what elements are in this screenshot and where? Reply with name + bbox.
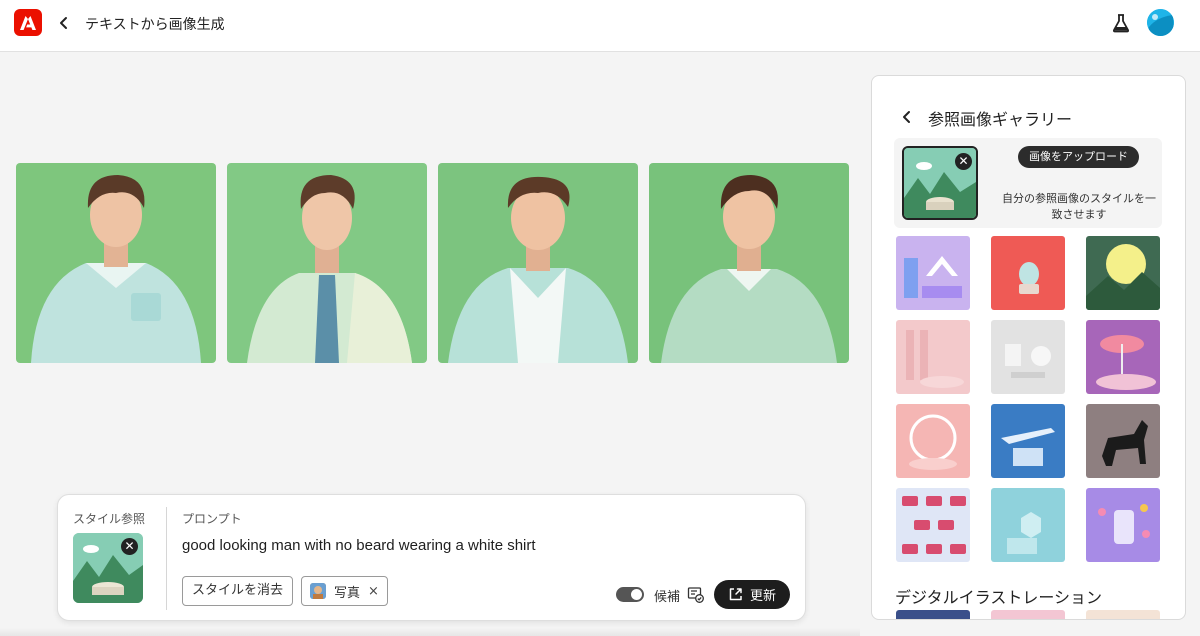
- gallery-item[interactable]: [896, 320, 970, 394]
- selected-reference-thumbnail[interactable]: ✕: [902, 146, 978, 220]
- suggestions-label: 候補: [654, 590, 681, 605]
- style-chip-photo[interactable]: 写真 ×: [301, 576, 388, 606]
- reference-gallery-panel: 参照画像ギャラリー ✕ 画像をアップロード 自分の参照画像のスタイルを一致させま…: [871, 75, 1186, 620]
- chip-remove-button[interactable]: ×: [368, 584, 379, 599]
- upload-image-button[interactable]: 画像をアップロード: [1018, 146, 1139, 168]
- refresh-icon: [729, 588, 742, 601]
- gallery-item[interactable]: [896, 488, 970, 562]
- gallery-item[interactable]: [991, 404, 1065, 478]
- gallery-item[interactable]: [1086, 404, 1160, 478]
- result-image[interactable]: [227, 163, 427, 363]
- toggle-knob: [631, 589, 642, 600]
- prompt-bar: スタイル参照 ✕ プロンプト good looking man with no …: [57, 494, 806, 621]
- gallery-item[interactable]: [1086, 488, 1160, 562]
- result-image[interactable]: [16, 163, 216, 363]
- chip-label: 写真: [334, 585, 361, 601]
- flask-icon[interactable]: [1112, 13, 1130, 33]
- remove-style-button[interactable]: ✕: [121, 538, 138, 555]
- refresh-button[interactable]: 更新: [714, 580, 791, 609]
- gallery-item[interactable]: [1086, 236, 1160, 310]
- adobe-logo-icon[interactable]: [14, 9, 42, 36]
- gallery-item[interactable]: [991, 488, 1065, 562]
- avatar[interactable]: [1147, 9, 1174, 36]
- refresh-button-label: 更新: [750, 589, 777, 604]
- prompt-input[interactable]: good looking man with no beard wearing a…: [182, 537, 536, 554]
- top-bar: テキストから画像生成: [0, 0, 1200, 52]
- back-button[interactable]: [56, 14, 72, 32]
- section-title-digital-illustration: デジタルイラストレーション: [895, 588, 1103, 607]
- gallery-item[interactable]: [896, 404, 970, 478]
- panel-back-button[interactable]: [902, 109, 916, 125]
- chevron-left-icon: [60, 17, 67, 29]
- clear-style-button[interactable]: スタイルを消去: [182, 576, 294, 606]
- gallery-item[interactable]: [991, 320, 1065, 394]
- gallery-item[interactable]: [991, 236, 1065, 310]
- gallery-item[interactable]: [896, 610, 970, 619]
- prompt-label: プロンプト: [182, 512, 242, 526]
- chevron-left-icon: [903, 111, 910, 123]
- suggestion-icon[interactable]: [687, 586, 704, 603]
- divider: [166, 507, 167, 610]
- style-reference-label: スタイル参照: [73, 512, 146, 526]
- page-title: テキストから画像生成: [85, 17, 225, 33]
- style-reference-thumbnail[interactable]: ✕: [73, 533, 143, 603]
- result-images: [16, 163, 849, 363]
- bottom-edge: [0, 628, 860, 636]
- gallery-item[interactable]: [1086, 320, 1160, 394]
- remove-reference-button[interactable]: ✕: [955, 153, 972, 170]
- result-image[interactable]: [438, 163, 638, 363]
- reference-gallery-grid: [896, 236, 1160, 562]
- gallery-item[interactable]: [1086, 610, 1160, 619]
- result-image[interactable]: [649, 163, 849, 363]
- panel-title: 参照画像ギャラリー: [928, 110, 1073, 129]
- photo-style-icon: [310, 583, 326, 599]
- upload-box: ✕ 画像をアップロード 自分の参照画像のスタイルを一致させます: [894, 138, 1162, 228]
- suggestions-toggle[interactable]: [616, 587, 644, 602]
- upload-description: 自分の参照画像のスタイルを一致させます: [1002, 192, 1156, 221]
- gallery-item[interactable]: [896, 236, 970, 310]
- gallery-item[interactable]: [991, 610, 1065, 619]
